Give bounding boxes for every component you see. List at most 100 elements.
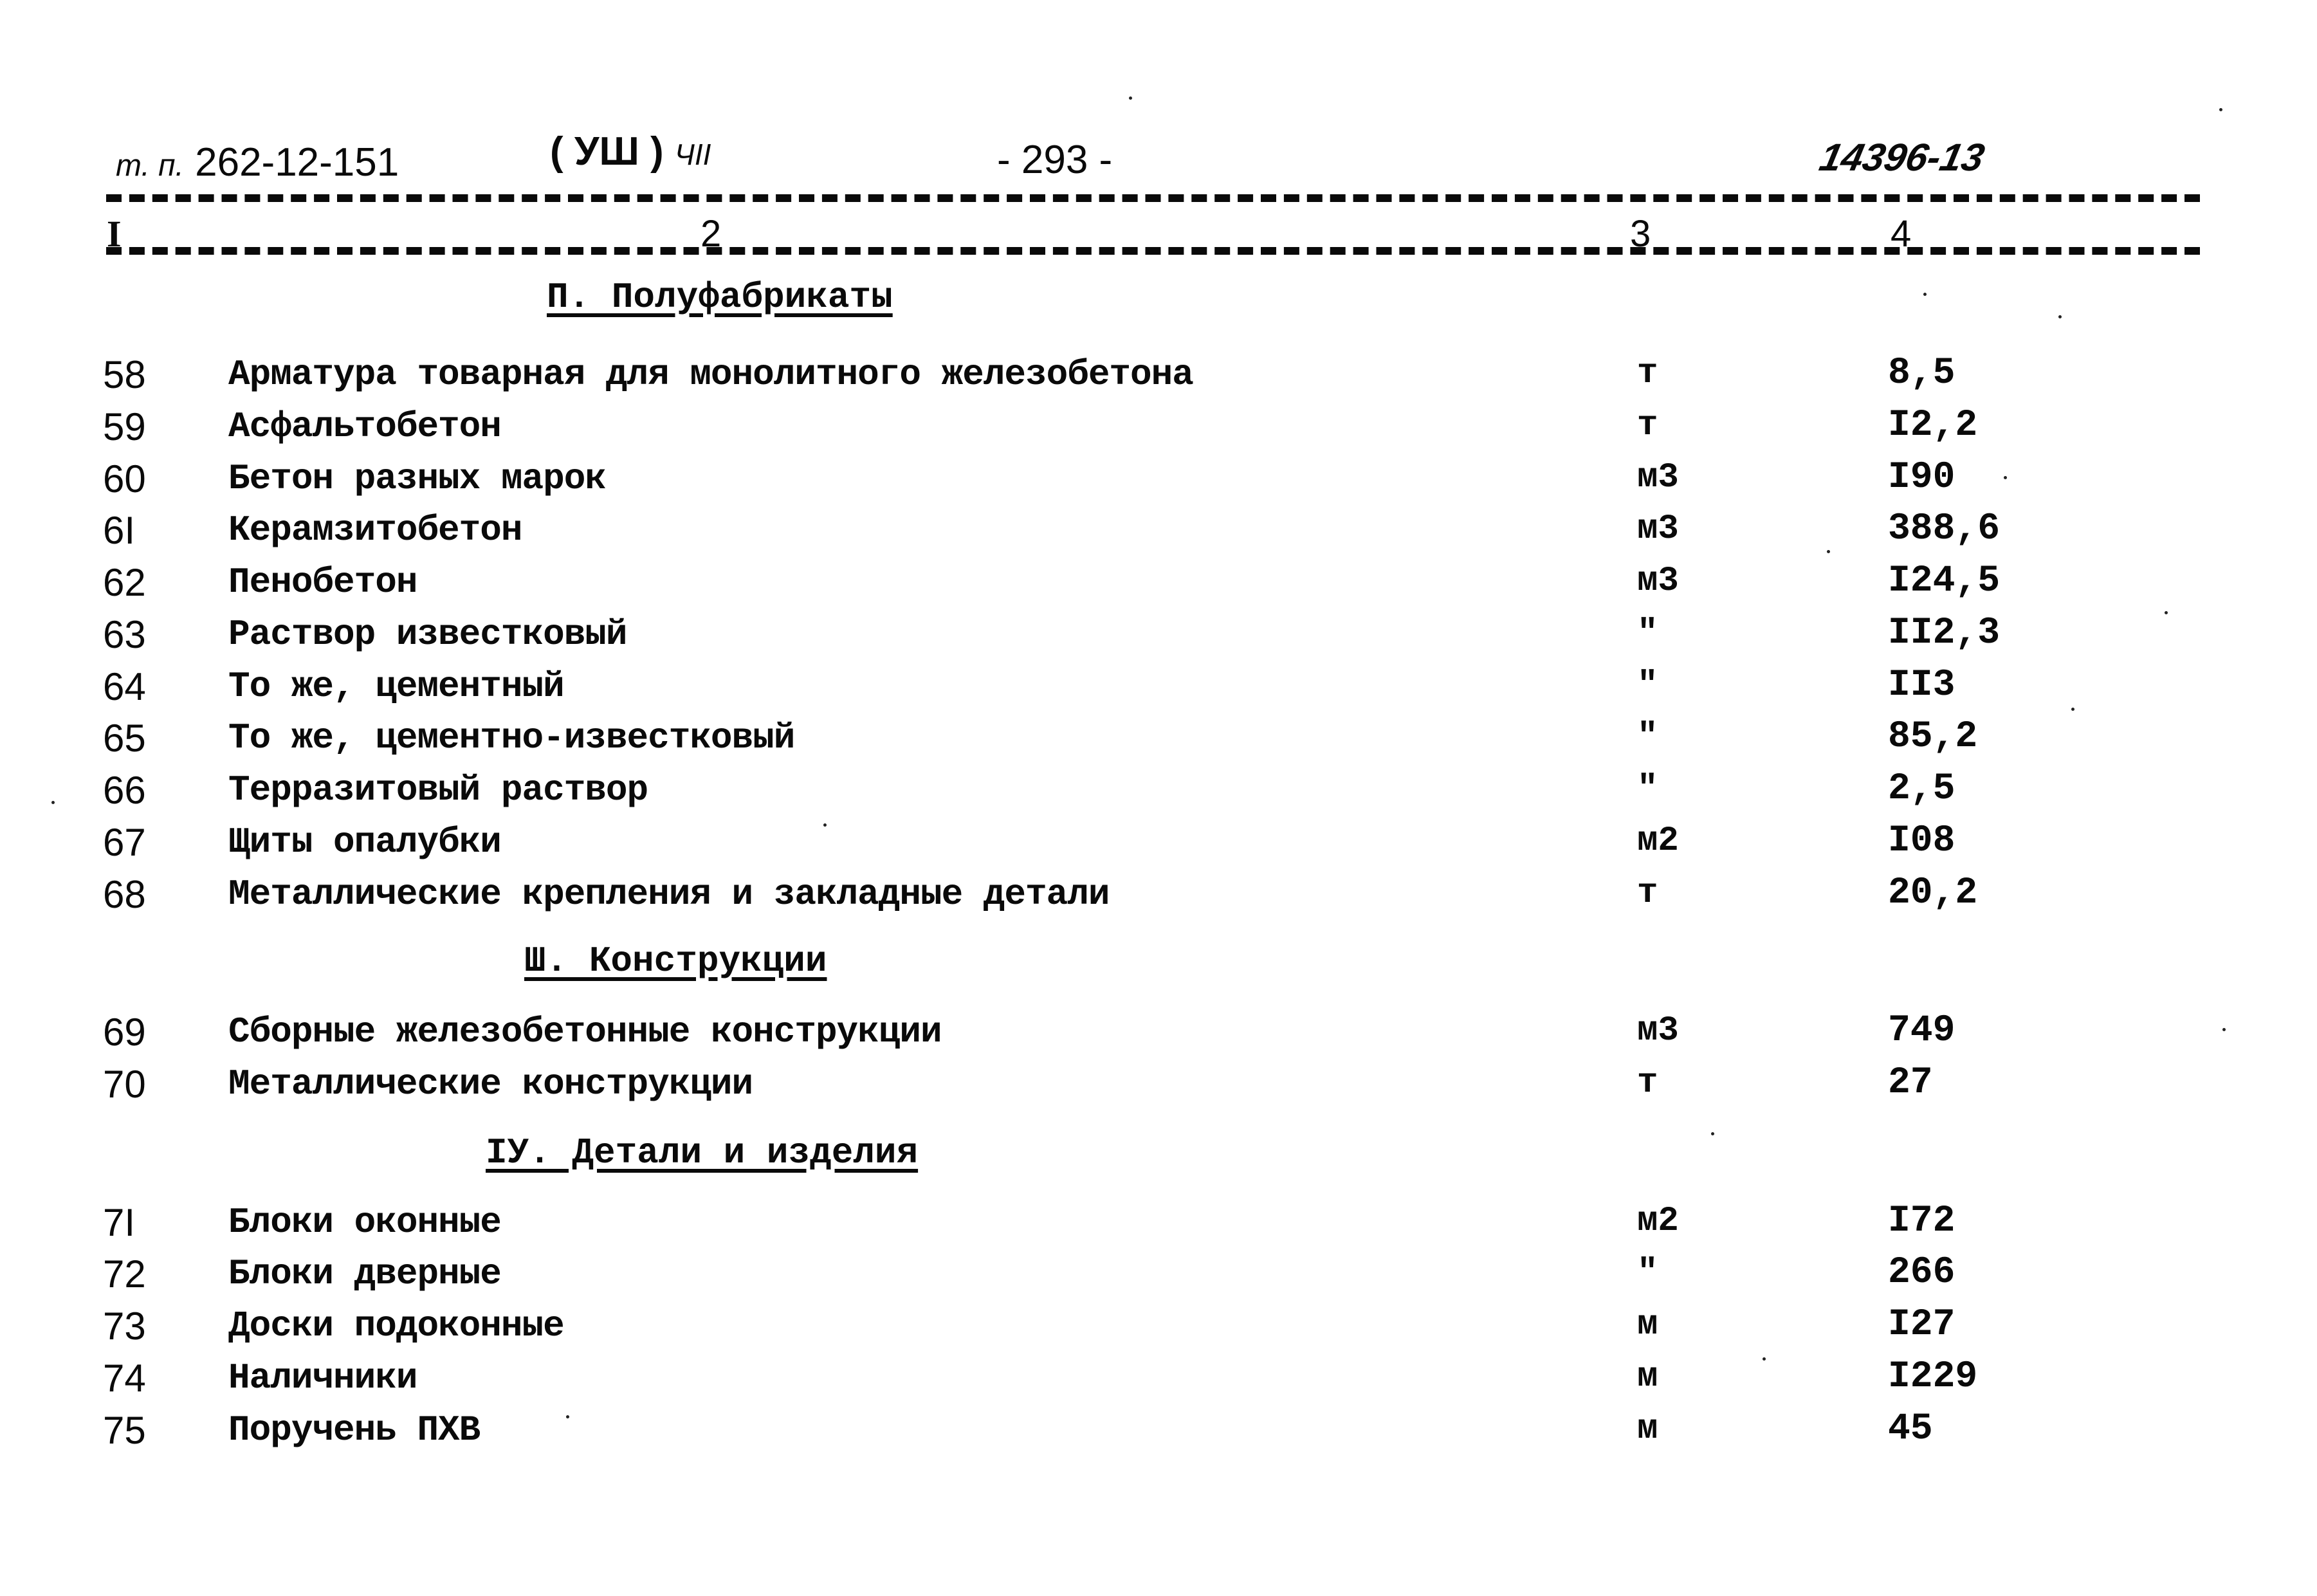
row-name: Наличники: [228, 1357, 417, 1399]
table-row: 74 Наличники м I229: [0, 1356, 2317, 1408]
header-divider-bottom: [106, 247, 2200, 255]
row-name: Поручень ПХВ: [228, 1409, 481, 1451]
row-number: 72: [103, 1252, 146, 1296]
scan-speck: [2071, 708, 2074, 711]
row-number: 73: [103, 1305, 146, 1348]
row-name: Сборные железобетонные конструкции: [228, 1011, 942, 1052]
row-name: Бетон разных марок: [228, 458, 607, 499]
row-value: 8,5: [1888, 353, 1955, 394]
section-title-parts-and-products: IУ. Детали и изделия: [486, 1132, 919, 1173]
document-code-number: 262-12-151: [195, 140, 399, 185]
table-row: 67 Щиты опалубки м2 I08: [0, 820, 2317, 872]
table-row: 58 Арматура товарная для монолитного жел…: [0, 353, 2317, 404]
row-value: 27: [1888, 1062, 1933, 1104]
scan-speck: [2222, 1028, 2226, 1031]
table-row: 64 То же, цементный " II3: [0, 665, 2317, 716]
row-value: I229: [1888, 1356, 1978, 1398]
scan-speck: [1763, 1357, 1766, 1361]
row-unit: м2: [1637, 1202, 1679, 1241]
row-value: 266: [1888, 1252, 1955, 1294]
scan-speck: [823, 823, 827, 827]
page-number: - 293 -: [997, 138, 1113, 182]
scan-speck: [2058, 315, 2062, 318]
volume-number: ( УШ ): [550, 129, 664, 174]
scan-speck: [51, 801, 55, 804]
row-name: Терразитовый раствор: [228, 769, 648, 811]
table-row: 68 Металлические крепления и закладные д…: [0, 872, 2317, 924]
row-value: 45: [1888, 1408, 1933, 1450]
row-number: 63: [103, 613, 146, 656]
row-value: 388,6: [1888, 508, 2001, 550]
row-unit: т: [1637, 1063, 1658, 1103]
row-number: 70: [103, 1063, 146, 1106]
row-name: Металлические крепления и закладные дета…: [228, 874, 1110, 915]
row-name: Асфальтобетон: [228, 406, 502, 447]
row-unit: ": [1637, 666, 1658, 705]
row-value: 749: [1888, 1010, 1955, 1052]
scan-speck: [1923, 293, 1927, 296]
row-unit: м: [1637, 1409, 1658, 1449]
row-number: 69: [103, 1011, 146, 1054]
table-row: 65 То же, цементно-известковый " 85,2: [0, 716, 2317, 767]
scan-speck: [566, 1415, 569, 1418]
document-code: т. п. 262-12-151: [116, 143, 399, 183]
row-value: 85,2: [1888, 716, 1978, 758]
row-unit: ": [1637, 1253, 1658, 1292]
row-unit: ": [1637, 614, 1658, 653]
row-unit: м: [1637, 1305, 1658, 1344]
table-row: 75 Поручень ПХВ м 45: [0, 1408, 2317, 1460]
scan-speck: [2165, 611, 2168, 614]
row-unit: м3: [1637, 562, 1679, 601]
table-row: 62 Пенобетон м3 I24,5: [0, 560, 2317, 612]
row-name: Пенобетон: [228, 562, 417, 603]
row-name: То же, цементный: [228, 666, 565, 707]
row-unit: т: [1637, 354, 1658, 393]
table-row: 69 Сборные железобетонные конструкции м3…: [0, 1010, 2317, 1061]
row-number: 58: [103, 353, 146, 396]
row-name: Арматура товарная для монолитного железо…: [228, 354, 1194, 395]
table-row: 63 Раствор известковый " II2,3: [0, 612, 2317, 664]
row-unit: м: [1637, 1357, 1658, 1397]
table-row: 66 Терразитовый раствор " 2,5: [0, 768, 2317, 820]
scan-speck: [1711, 1132, 1714, 1135]
row-value: I90: [1888, 457, 1955, 499]
row-number: 7I: [103, 1201, 136, 1244]
row-unit: м3: [1637, 509, 1679, 549]
table-row: 59 Асфальтобетон т I2,2: [0, 405, 2317, 456]
scan-speck: [2219, 108, 2222, 111]
row-unit: т: [1637, 874, 1658, 913]
row-number: 64: [103, 665, 146, 708]
row-unit: ": [1637, 717, 1658, 757]
document-code-prefix: т. п.: [116, 149, 184, 183]
row-number: 68: [103, 873, 146, 916]
row-name: Керамзитобетон: [228, 509, 522, 551]
row-name: Раствор известковый: [228, 614, 628, 655]
volume-note: ЧII: [674, 138, 711, 171]
scan-speck: [1827, 550, 1830, 553]
row-value: I2,2: [1888, 405, 1978, 446]
row-unit: ": [1637, 769, 1658, 809]
table-row: 70 Металлические конструкции т 27: [0, 1062, 2317, 1114]
row-name: Металлические конструкции: [228, 1063, 753, 1105]
table-row: 72 Блоки дверные " 266: [0, 1252, 2317, 1303]
row-number: 59: [103, 405, 146, 448]
volume-label: ( УШ ) ЧII: [550, 132, 711, 172]
row-value: I08: [1888, 820, 1955, 862]
table-row: 73 Доски подоконные м I27: [0, 1304, 2317, 1355]
row-number: 65: [103, 717, 146, 760]
table-row: 6I Керамзитобетон м3 388,6: [0, 508, 2317, 560]
row-unit: м2: [1637, 821, 1679, 861]
row-value: I27: [1888, 1304, 1955, 1346]
row-unit: м3: [1637, 458, 1679, 497]
row-name: То же, цементно-известковый: [228, 717, 795, 758]
row-number: 66: [103, 769, 146, 812]
inventory-number: 14396-13: [1815, 136, 1988, 179]
row-unit: м3: [1637, 1011, 1679, 1050]
row-name: Доски подоконные: [228, 1305, 565, 1346]
row-value: 2,5: [1888, 768, 1955, 810]
scan-speck: [1129, 96, 1132, 100]
row-number: 67: [103, 821, 146, 864]
row-name: Блоки дверные: [228, 1253, 502, 1294]
scan-speck: [2004, 476, 2007, 479]
row-value: I72: [1888, 1200, 1955, 1242]
